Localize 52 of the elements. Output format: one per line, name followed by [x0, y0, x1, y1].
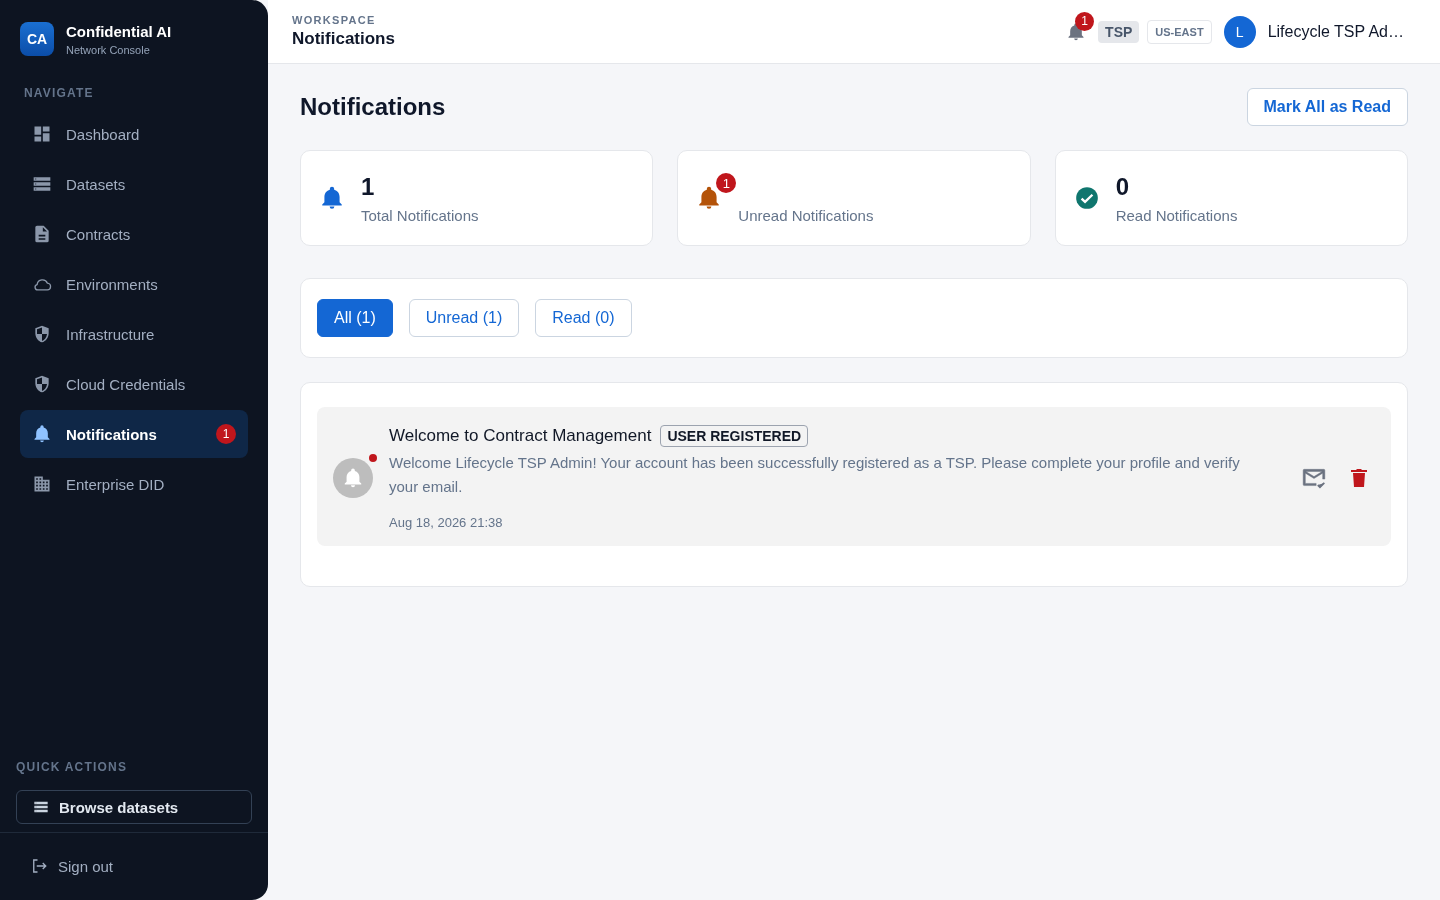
nav-item[interactable]: Enterprise DID: [20, 460, 248, 508]
notification-tag: USER REGISTERED: [660, 425, 809, 447]
app-subtitle: Network Console: [66, 43, 151, 56]
user-name[interactable]: Lifecycle TSP Ad…: [1267, 22, 1404, 41]
bell-icon: [319, 185, 345, 211]
header-eyebrow: WORKSPACE: [292, 14, 377, 26]
document-icon: [32, 224, 52, 244]
role-badge: TSP: [1098, 20, 1140, 43]
count-badge: 1: [1075, 11, 1095, 31]
list-icon: [33, 799, 49, 815]
nav-item[interactable]: Dashboard: [20, 110, 248, 158]
region-badge: US-EAST: [1147, 19, 1212, 44]
nav-item[interactable]: Datasets: [20, 160, 248, 208]
section-heading: NAVIGATE: [23, 86, 95, 100]
check-circle-icon: [1073, 185, 1100, 211]
notification-bell-button[interactable]: 1: [1066, 11, 1095, 42]
filter-tab[interactable]: Read (0): [535, 299, 632, 337]
nav-item[interactable]: Environments: [20, 260, 248, 308]
sign-out-link[interactable]: Sign out: [0, 833, 268, 899]
user-avatar[interactable]: L: [1223, 15, 1256, 48]
app-name: Confidential AI: [66, 22, 172, 40]
count-badge: 1: [216, 424, 236, 444]
notification-time: Aug 18, 2026 21:38: [389, 515, 504, 530]
count-badge: 1: [716, 173, 737, 193]
notification-card[interactable]: [317, 407, 1391, 546]
filter-tab[interactable]: All (1): [317, 299, 393, 337]
notification-title: Welcome to Contract Management: [389, 426, 652, 446]
section-heading: QUICK ACTIONS: [15, 760, 129, 774]
grid-icon: [32, 124, 52, 144]
list-icon: [32, 174, 52, 194]
browse-datasets-button[interactable]: Browse datasets: [16, 790, 252, 824]
page-heading: Notifications: [300, 93, 446, 121]
nav-item[interactable]: Notifications 1: [20, 410, 248, 458]
stat-label: Read Notifications: [1115, 206, 1238, 224]
filter-tab[interactable]: Unread (1): [408, 299, 520, 337]
bell-icon: [342, 466, 364, 489]
shield-icon: [32, 374, 52, 394]
bell-icon: [32, 424, 52, 444]
building-icon: [32, 474, 52, 494]
nav-item[interactable]: Cloud Credentials: [20, 360, 248, 408]
app-logo: CA: [20, 22, 54, 56]
stat-value: 0: [1115, 172, 1130, 201]
notification-message: Welcome Lifecycle TSP Admin! Your account has been successfully registered as a TSP. Please complete your profile and verify your email.: [389, 453, 1241, 497]
nav-item[interactable]: Contracts: [20, 210, 248, 258]
page-title: Notifications: [292, 29, 396, 49]
stat-label: Unread Notifications: [738, 206, 874, 224]
stat-label: Total Notifications: [361, 206, 479, 224]
nav-item[interactable]: Infrastructure: [20, 310, 248, 358]
sign-out-icon: [30, 857, 48, 875]
shield-icon: [32, 324, 52, 344]
mark-all-read-button[interactable]: Mark All as Read: [1246, 88, 1408, 126]
stat-value: 1: [361, 172, 376, 201]
